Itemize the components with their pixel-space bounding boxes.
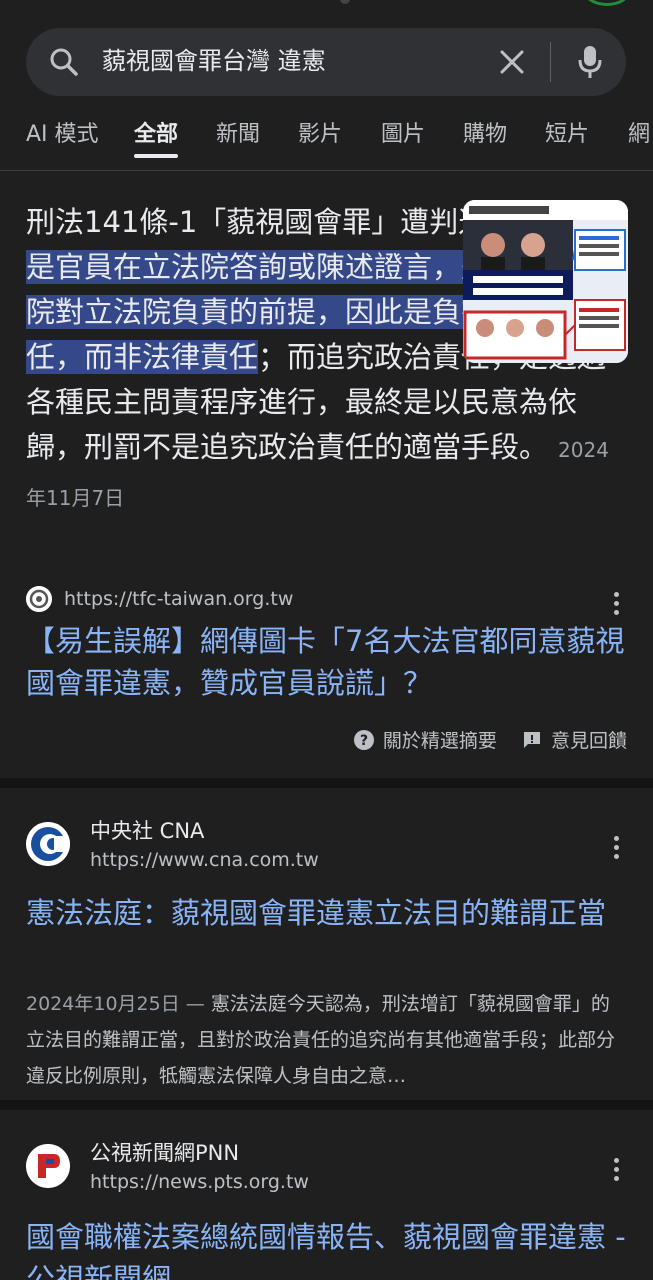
snippet-footer: ? 關於精選摘要 意見回饋 (335, 726, 627, 754)
help-icon: ? (353, 729, 374, 750)
more-options-icon[interactable] (612, 592, 620, 618)
tab-web[interactable]: 網 (628, 120, 650, 150)
feedback-button[interactable]: 意見回饋 (521, 726, 627, 753)
more-options-icon[interactable] (612, 1158, 620, 1184)
about-snippet-button[interactable]: ? 關於精選摘要 (353, 726, 497, 753)
status-dot (340, 0, 350, 4)
cna-logo-icon (26, 822, 70, 866)
result-date: 2024年10月25日 (26, 993, 180, 1015)
section-separator (0, 778, 653, 788)
result-url[interactable]: https://www.cna.com.tw (90, 846, 319, 874)
thumbnail-image (463, 200, 628, 363)
search-bar[interactable]: 藐視國會罪台灣 違憲 (26, 28, 626, 96)
profile-avatar-ring[interactable] (583, 0, 631, 6)
search-icon[interactable] (48, 46, 80, 78)
feedback-label: 意見回饋 (550, 730, 627, 752)
tab-ai-mode[interactable]: AI 模式 (26, 120, 99, 150)
tfc-favicon (26, 586, 52, 612)
result-site-name[interactable]: 中央社 CNA (90, 816, 204, 846)
result-title[interactable]: 憲法法庭：藐視國會罪違憲立法目的難謂正當 (26, 892, 626, 934)
snippet-thumbnail[interactable] (463, 200, 628, 363)
active-tab-indicator (134, 154, 178, 158)
tab-all[interactable]: 全部 (134, 120, 178, 150)
about-snippet-label: 關於精選摘要 (382, 730, 497, 752)
tabs-divider (0, 170, 653, 171)
microphone-icon[interactable] (574, 42, 606, 82)
tab-news[interactable]: 新聞 (216, 120, 260, 150)
snippet-source-url[interactable]: https://tfc-taiwan.org.tw (64, 586, 293, 612)
tab-images[interactable]: 圖片 (381, 120, 425, 150)
section-separator (0, 1100, 653, 1110)
pts-logo-icon (26, 1144, 70, 1188)
feedback-icon (523, 731, 540, 748)
result-site-name[interactable]: 公視新聞網PNN (90, 1138, 239, 1168)
tab-videos[interactable]: 影片 (298, 120, 342, 150)
clear-icon[interactable] (496, 46, 528, 78)
search-tabs: AI 模式 全部 新聞 影片 圖片 購物 短片 網 (0, 112, 653, 164)
svg-text:?: ? (360, 733, 368, 749)
search-divider (550, 42, 551, 82)
snippet-link-title[interactable]: 【易生誤解】網傳圖卡「7名大法官都同意藐視國會罪違憲，贊成官員說謊」？ (26, 620, 626, 704)
snippet-source[interactable]: https://tfc-taiwan.org.tw (26, 586, 626, 616)
search-results-page: 藐視國會罪台灣 違憲 AI 模式 全部 新聞 影片 圖片 購物 短片 網 刑法1… (0, 0, 653, 1280)
tab-shorts[interactable]: 短片 (545, 120, 589, 150)
result-title[interactable]: 國會職權法案總統國情報告、藐視國會罪違憲 - 公視新聞網 (26, 1216, 626, 1280)
date-separator: — (179, 993, 211, 1015)
result-description: 2024年10月25日 — 憲法法庭今天認為，刑法增訂「藐視國會罪」的立法目的難… (26, 986, 626, 1094)
tab-shopping[interactable]: 購物 (463, 120, 507, 150)
result-url[interactable]: https://news.pts.org.tw (90, 1168, 309, 1196)
more-options-icon[interactable] (612, 836, 620, 862)
search-input[interactable]: 藐視國會罪台灣 違憲 (102, 44, 326, 78)
